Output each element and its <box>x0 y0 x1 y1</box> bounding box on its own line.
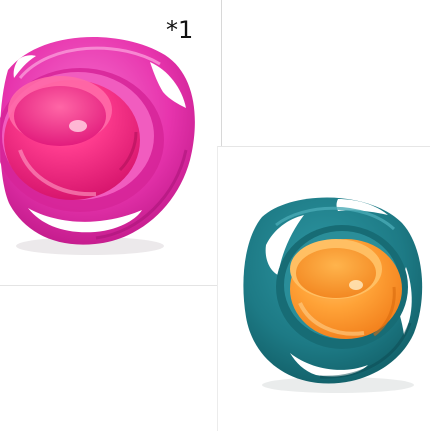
quantity-label: *1 <box>166 16 194 44</box>
product-photo-teal <box>217 146 430 431</box>
teal-bowl-image <box>243 197 423 393</box>
divider <box>221 0 222 146</box>
product-photo-pink: *1 <box>0 0 222 286</box>
divider <box>0 285 217 286</box>
